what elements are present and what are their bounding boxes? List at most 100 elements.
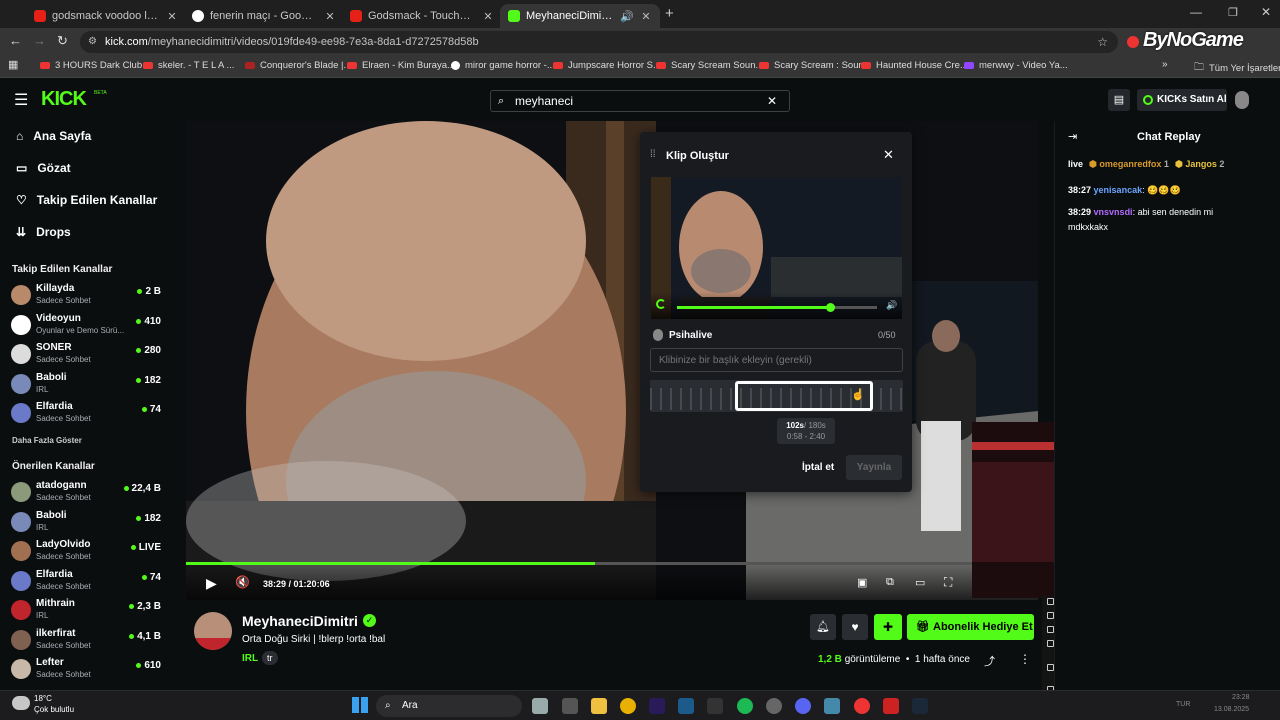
sidebar-channel-atadogann[interactable]: atadogann Sadece Sohbet 22,4 B <box>11 479 161 507</box>
bookmark-item[interactable]: skeler. - T E L A ... <box>143 60 234 71</box>
channel-name[interactable]: MeyhaneciDimitri <box>242 613 358 629</box>
windows-start-icon[interactable] <box>352 697 368 713</box>
volume-knob[interactable] <box>826 303 835 312</box>
preview-volume-track[interactable] <box>677 303 877 312</box>
gifter-2[interactable]: ⬢ Jangos 2 <box>1175 159 1224 170</box>
sidebar-channel-baboli[interactable]: Baboli IRL 182 <box>11 509 161 537</box>
more-options-icon[interactable]: ⋮ <box>1019 652 1031 666</box>
new-tab-button[interactable]: + <box>665 5 674 22</box>
clip-title-input[interactable] <box>650 348 903 372</box>
chrome-icon[interactable] <box>854 698 870 714</box>
show-more-link[interactable]: Daha Fazla Göster <box>12 436 82 445</box>
app-icon[interactable] <box>883 698 899 714</box>
hamburger-menu-icon[interactable]: ☰ <box>14 90 28 110</box>
category-link[interactable]: IRL <box>242 653 258 664</box>
bookmark-item[interactable]: 3 HOURS Dark Club... <box>40 60 150 71</box>
extension-icon[interactable] <box>1127 36 1139 48</box>
subscribe-button[interactable]: ✚ <box>874 614 902 640</box>
bookmark-item[interactable]: Elraen - Kim Buraya... <box>347 60 455 71</box>
bookmark-item[interactable]: Conqueror's Blade |... <box>245 60 351 71</box>
forward-icon[interactable]: → <box>33 33 46 48</box>
clear-search-icon[interactable]: ✕ <box>767 91 777 111</box>
clip-preview[interactable]: 🔊 <box>651 177 902 319</box>
address-bar[interactable]: ⚙ kick.com/meyhanecidimitri/videos/019fd… <box>80 31 1118 53</box>
bookmark-item[interactable]: merwwy - Video Ya... <box>964 60 1068 71</box>
share-icon[interactable]: ⤴ <box>984 653 995 669</box>
browser-tab-3[interactable]: MeyhaneciDimitri - Watch I 🔊 ✕ <box>500 4 660 28</box>
speaker-icon[interactable]: 🔊 <box>886 300 897 311</box>
more-bookmarks-icon[interactable]: » <box>1162 59 1168 70</box>
bookmark-item[interactable]: miror game horror -... <box>451 60 555 71</box>
chat-username[interactable]: vnsvnsdi <box>1094 207 1133 217</box>
user-avatar[interactable] <box>1235 91 1249 109</box>
task-view-icon[interactable] <box>532 698 548 714</box>
follow-heart-button[interactable]: ♥ <box>842 614 868 640</box>
sidebar-channel-baboli[interactable]: Baboli IRL 182 <box>11 371 161 399</box>
steam-icon[interactable] <box>912 698 928 714</box>
play-icon[interactable]: ▶ <box>206 575 217 592</box>
sidebar-channel-mithrain[interactable]: Mithrain IRL 2,3 B <box>11 597 161 625</box>
kick-logo[interactable]: KICK <box>41 88 87 111</box>
library-icon[interactable]: ▤ <box>1108 89 1130 111</box>
close-tab-icon[interactable]: ✕ <box>166 10 178 23</box>
close-tab-icon[interactable]: ✕ <box>324 10 336 23</box>
nav-drops[interactable]: ⇊ Drops <box>16 225 71 239</box>
weather-icon[interactable] <box>12 696 30 710</box>
clip-icon[interactable]: ⧉ <box>886 576 894 589</box>
taskbar-search[interactable]: ⌕ Ara <box>376 695 522 717</box>
channel-avatar[interactable] <box>194 612 232 650</box>
nav-browse[interactable]: ▭ Gözat <box>16 161 71 175</box>
nav-following[interactable]: ♡ Takip Edilen Kanallar <box>16 193 157 207</box>
back-icon[interactable]: ← <box>9 33 22 48</box>
sidebar-channel-elfardia[interactable]: Elfardia Sadece Sohbet 74 <box>11 568 161 596</box>
chat-username[interactable]: yenisancak <box>1094 185 1143 195</box>
language-indicator[interactable]: TUR <box>1176 701 1190 708</box>
volume-muted-icon[interactable]: 🔇 <box>235 575 250 589</box>
file-explorer-icon[interactable] <box>591 698 607 714</box>
steam-icon[interactable] <box>678 698 694 714</box>
minimize-window-icon[interactable]: — <box>1190 5 1202 19</box>
notification-bell-button[interactable]: 🔔︎ <box>810 614 836 640</box>
nav-home[interactable]: ⌂ Ana Sayfa <box>16 129 91 143</box>
premiere-icon[interactable] <box>649 698 665 714</box>
reload-icon[interactable]: ↻ <box>57 33 68 49</box>
profile-logo[interactable]: ByNoGame <box>1143 29 1244 52</box>
theater-mode-icon[interactable]: ▭ <box>915 576 925 589</box>
spotify-icon[interactable] <box>737 698 753 714</box>
restore-window-icon[interactable]: ❐ <box>1228 6 1238 19</box>
drag-handle-icon[interactable]: ⁞⁞ <box>650 149 656 160</box>
publish-button[interactable]: Yayınla <box>846 455 902 480</box>
browser-tab-0[interactable]: godsmack voodoo live unplugg ✕ <box>26 4 186 28</box>
epic-games-icon[interactable] <box>707 698 723 714</box>
buy-kicks-button[interactable]: KICKs Satın Al <box>1137 89 1227 111</box>
close-window-icon[interactable]: ✕ <box>1261 5 1271 19</box>
cancel-button[interactable]: İptal et <box>802 462 834 473</box>
bookmark-item[interactable]: Scary Scream : Soun... <box>759 60 872 71</box>
gifter-1[interactable]: ⬢ omeganredfox 1 <box>1089 159 1169 170</box>
bookmark-star-icon[interactable]: ☆ <box>1097 31 1108 53</box>
close-tab-icon[interactable]: ✕ <box>640 10 652 23</box>
discord-icon[interactable] <box>795 698 811 714</box>
speaker-icon[interactable]: 🔊 <box>620 10 634 23</box>
browser-tab-2[interactable]: Godsmack - Touché (Live from ✕ <box>342 4 502 28</box>
app-icon[interactable] <box>766 698 782 714</box>
all-bookmarks[interactable]: 🗀 Tüm Yer İşaretleri <box>1194 60 1280 77</box>
bookmark-item[interactable]: Jumpscare Horror S... <box>553 60 661 71</box>
search-input[interactable]: ⌕ meyhaneci ✕ <box>490 90 790 112</box>
progress-track[interactable] <box>186 562 1038 565</box>
browser-tab-1[interactable]: fenerin maçı - Google'da Ara ✕ <box>184 4 344 28</box>
app-icon[interactable] <box>824 698 840 714</box>
bookmark-item[interactable]: Haunted House Cre... <box>861 60 968 71</box>
fullscreen-icon[interactable]: ⛶ <box>944 575 952 590</box>
clock-date[interactable]: 13.08.2025 <box>1214 706 1249 713</box>
clock-time[interactable]: 23:28 <box>1232 694 1250 701</box>
sidebar-channel-ladyolvido[interactable]: LadyOlvido Sadece Sohbet LIVE <box>11 538 161 566</box>
sidebar-channel-videoyun[interactable]: Videoyun Oyunlar ve Demo Sürü... 410 <box>11 312 161 340</box>
clip-timeline[interactable]: ☝ <box>650 380 903 412</box>
sidebar-channel-soner[interactable]: SONER Sadece Sohbet 280 <box>11 341 161 369</box>
sidebar-channel-elfardia[interactable]: Elfardia Sadece Sohbet 74 <box>11 400 161 428</box>
app-icon[interactable] <box>562 698 578 714</box>
site-info-icon[interactable]: ⚙ <box>88 31 97 53</box>
close-modal-icon[interactable]: ✕ <box>883 147 894 163</box>
bookmark-item[interactable]: Scary Scream Soun... <box>656 60 763 71</box>
